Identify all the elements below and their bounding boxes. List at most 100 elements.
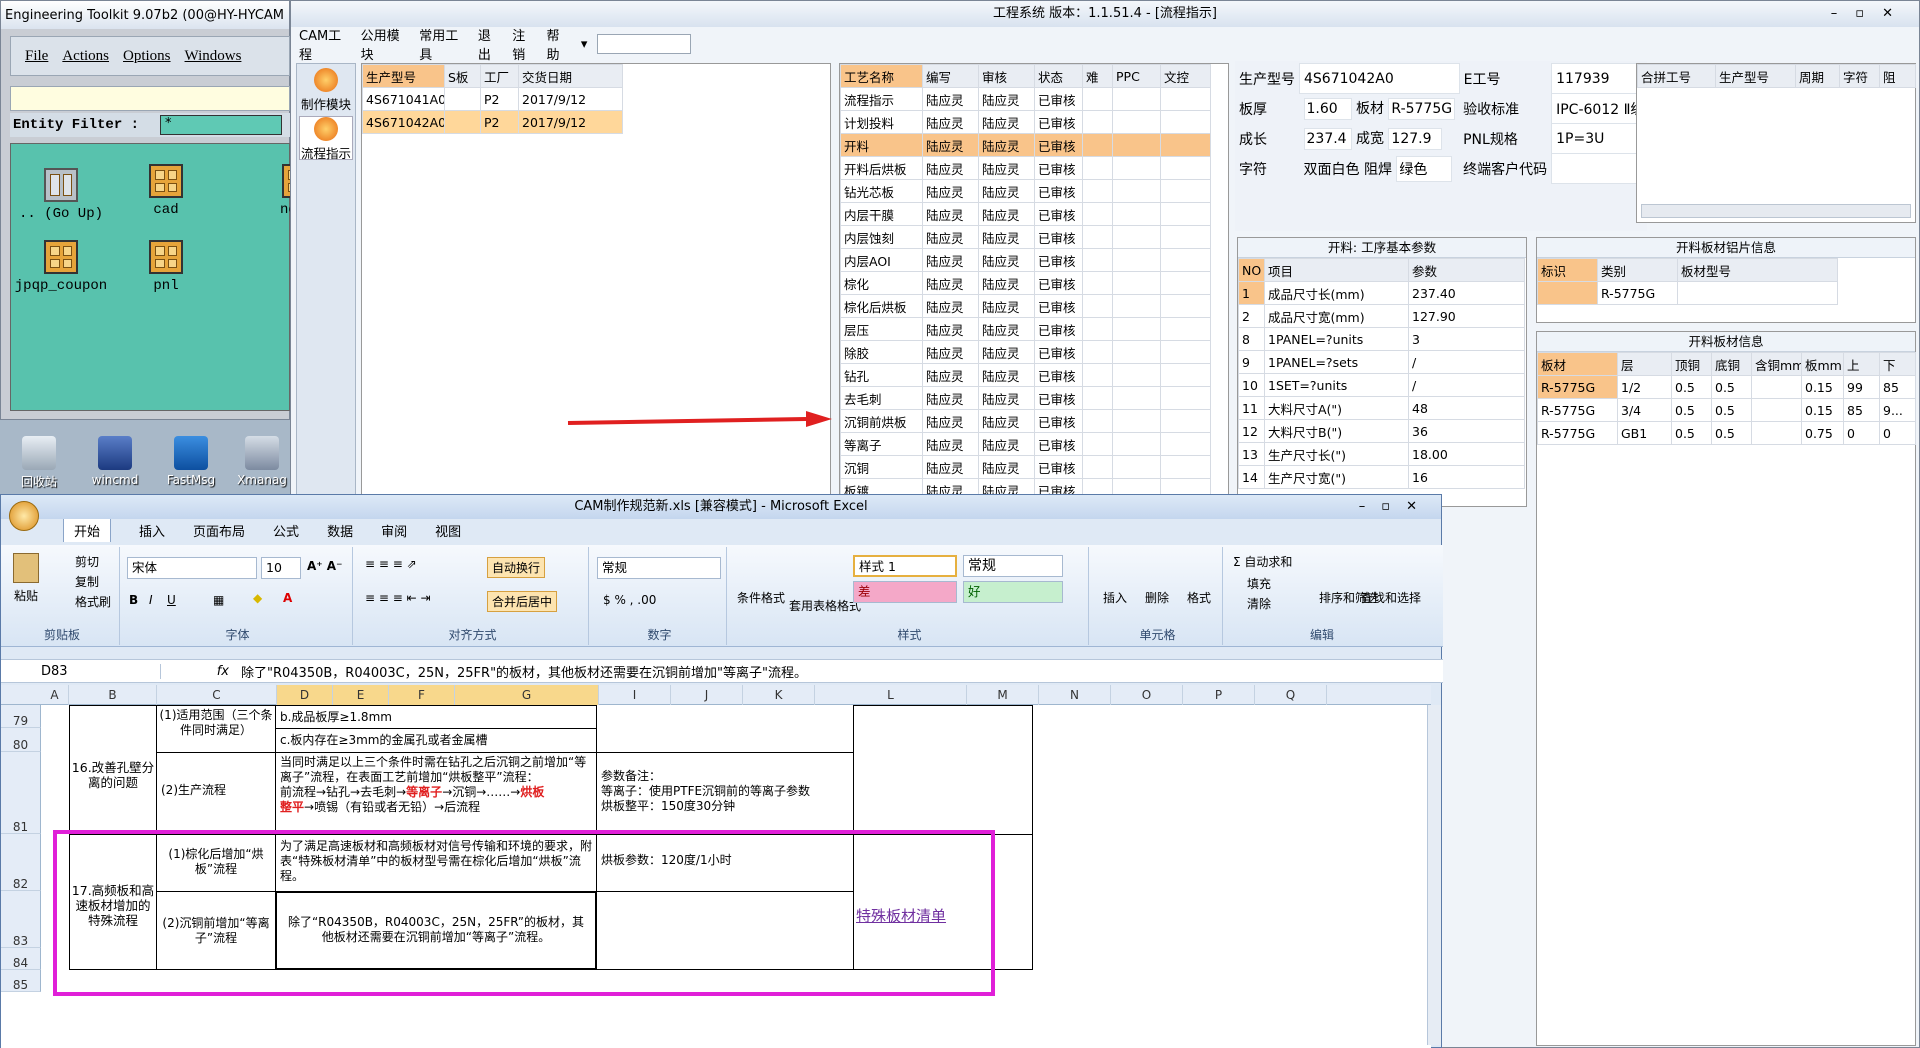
font-grow-button[interactable]: A⁺ A⁻ — [307, 559, 342, 573]
thickness-field[interactable]: 1.60 — [1303, 97, 1352, 120]
col-reviewer[interactable]: 审核 — [978, 64, 1035, 88]
style-normal[interactable]: 常规 — [963, 555, 1063, 577]
font-size-select[interactable]: 10 — [261, 557, 301, 579]
table-row[interactable]: 2 成品尺寸宽(mm) 127.90 — [1238, 304, 1525, 328]
cell-d79[interactable]: b.成品板厚≥1.8mm — [275, 705, 597, 729]
copy-button[interactable]: 复制 — [75, 573, 99, 590]
formula-input[interactable]: 除了"R04350B，R04003C，25N，25FR"的板材，其他板材还需要在… — [241, 662, 807, 681]
menu-cam[interactable]: CAM工程 — [299, 25, 351, 63]
flow-button[interactable]: 流程指示 — [299, 116, 353, 161]
desktop-icon-xmanager[interactable]: Xmanag — [232, 436, 292, 487]
table-row-selected[interactable]: 4S671042A0 P2 2017/9/12 — [362, 110, 623, 134]
underline-button[interactable]: U — [167, 593, 176, 607]
column-header[interactable]: B — [69, 685, 157, 705]
menu-exit[interactable]: 退出 — [478, 25, 502, 63]
style-good[interactable]: 好 — [963, 581, 1063, 603]
table-row[interactable]: 除胶 陆应灵 陆应灵 已审核 — [840, 340, 1211, 364]
pnl-field[interactable]: 1P=3U — [1551, 123, 1650, 154]
table-row[interactable]: 12 大料尺寸B(") 36 — [1238, 419, 1525, 443]
width-field[interactable]: 127.9 — [1388, 127, 1443, 150]
column-header[interactable]: D — [277, 685, 333, 705]
font-name-select[interactable]: 宋体 — [127, 557, 257, 579]
column-header[interactable]: M — [967, 685, 1039, 705]
desktop-icon-fastmsg[interactable]: FastMsg — [156, 436, 226, 487]
format-button[interactable]: 格式 — [1187, 589, 1211, 606]
table-row[interactable]: 4S671041A0 P2 2017/9/12 — [362, 87, 623, 111]
table-row[interactable]: 13 生产尺寸长(") 18.00 — [1238, 442, 1525, 466]
merge-center-button[interactable]: 合并后居中 — [487, 591, 558, 612]
find-select-button[interactable]: 查找和选择 — [1361, 589, 1421, 606]
table-row[interactable]: R-5775G 3/4 0.5 0.5 0.15 85 9... — [1537, 398, 1916, 422]
table-row[interactable]: 去毛刺 陆应灵 陆应灵 已审核 — [840, 386, 1211, 410]
percent-button[interactable]: $ % , .00 — [603, 593, 656, 607]
cell-c79[interactable]: (1)适用范围（三个条件同时满足） — [156, 705, 276, 753]
menu-tools[interactable]: 常用工具 — [419, 25, 468, 63]
menu-actions[interactable]: Actions — [62, 48, 109, 65]
tab-data[interactable]: 数据 — [327, 521, 353, 540]
table-row[interactable]: 开料后烘板 陆应灵 陆应灵 已审核 — [840, 156, 1211, 180]
style-1[interactable]: 样式 1 — [853, 555, 957, 577]
row-header[interactable]: 80 — [1, 728, 41, 752]
length-field[interactable]: 237.4 — [1303, 127, 1352, 150]
table-row[interactable]: 内层蚀刻 陆应灵 陆应灵 已审核 — [840, 225, 1211, 249]
table-row[interactable]: 计划投料 陆应灵 陆应灵 已审核 — [840, 110, 1211, 134]
file-jpqp-coupon[interactable]: jpqp_coupon — [11, 240, 111, 294]
module-button[interactable]: 制作模块 — [299, 68, 353, 112]
col-model[interactable]: 生产型号 — [362, 64, 445, 88]
clear-button[interactable]: 清除 — [1247, 595, 1271, 612]
col-factory[interactable]: 工厂 — [480, 64, 519, 88]
delete-button[interactable]: 删除 — [1145, 589, 1169, 606]
table-row[interactable]: 钻光芯板 陆应灵 陆应灵 已审核 — [840, 179, 1211, 203]
col-status[interactable]: 状态 — [1034, 64, 1083, 88]
file-cad[interactable]: cad — [116, 164, 216, 218]
table-row[interactable]: 10 1SET=?units / — [1238, 373, 1525, 397]
column-header[interactable]: Q — [1255, 685, 1327, 705]
standard-field[interactable]: IPC-6012 Ⅱ级 — [1551, 93, 1650, 124]
table-row[interactable]: 8 1PANEL=?units 3 — [1238, 327, 1525, 351]
cell-d81[interactable]: 当同时满足以上三个条件时需在钻孔之后沉铜之前增加“等离子”流程，在表面工艺前增加… — [275, 752, 597, 835]
table-row[interactable]: 棕化后烘板 陆应灵 陆应灵 已审核 — [840, 294, 1211, 318]
file-pnl[interactable]: pnl — [116, 240, 216, 294]
col-doc[interactable]: 文控 — [1160, 64, 1211, 88]
material-field[interactable]: R-5775G — [1388, 97, 1456, 120]
col-ppc[interactable]: PPC — [1112, 64, 1161, 88]
menu-common-module[interactable]: 公用模块 — [361, 25, 410, 63]
row-header[interactable]: 82 — [1, 834, 41, 891]
customer-field[interactable] — [1551, 153, 1650, 184]
column-header[interactable]: O — [1111, 685, 1183, 705]
file-go-up[interactable]: .. (Go Up) — [11, 168, 111, 222]
tab-formula[interactable]: 公式 — [273, 521, 299, 540]
model-field[interactable]: 4S671042A0 — [1299, 63, 1460, 94]
insert-button[interactable]: 插入 — [1103, 589, 1127, 606]
menu-file[interactable]: File — [25, 48, 48, 65]
column-header[interactable]: C — [157, 685, 277, 705]
es-combo[interactable] — [597, 34, 692, 54]
table-row[interactable]: 沉铜前烘板 陆应灵 陆应灵 已审核 — [840, 409, 1211, 433]
row-header[interactable]: 79 — [1, 705, 41, 728]
conditional-format-button[interactable]: 条件格式 — [737, 589, 785, 606]
table-row[interactable]: 11 大料尺寸A(") 48 — [1238, 396, 1525, 420]
column-header[interactable]: G — [455, 685, 599, 705]
table-row[interactable]: R-5775G 1/2 0.5 0.5 0.15 99 85 — [1537, 375, 1916, 399]
col-process[interactable]: 工艺名称 — [840, 64, 923, 88]
style-bad[interactable]: 差 — [853, 581, 957, 603]
entity-filter-input[interactable]: * — [160, 115, 282, 135]
column-header[interactable]: F — [389, 685, 455, 705]
menu-logout[interactable]: 注销 — [512, 25, 536, 63]
column-header[interactable]: K — [743, 685, 815, 705]
paste-button[interactable]: 粘贴 — [13, 553, 39, 604]
col-date[interactable]: 交货日期 — [518, 64, 623, 88]
column-header[interactable]: J — [671, 685, 743, 705]
menu-options[interactable]: Options — [123, 48, 171, 65]
format-painter-button[interactable]: 格式刷 — [75, 593, 111, 610]
wrap-text-button[interactable]: 自动换行 — [487, 557, 546, 578]
menu-help[interactable]: 帮助 — [547, 25, 571, 63]
column-header[interactable]: I — [599, 685, 671, 705]
font-color-button[interactable]: A — [283, 591, 292, 605]
cell-l82[interactable] — [853, 705, 1033, 835]
table-row[interactable]: 沉铜 陆应灵 陆应灵 已审核 — [840, 455, 1211, 479]
cell-c81[interactable]: (2)生产流程 — [156, 752, 276, 835]
table-row[interactable]: 内层AOI 陆应灵 陆应灵 已审核 — [840, 248, 1211, 272]
tab-review[interactable]: 审阅 — [381, 521, 407, 540]
desktop-icon-recycle[interactable]: 回收站 — [4, 436, 74, 490]
